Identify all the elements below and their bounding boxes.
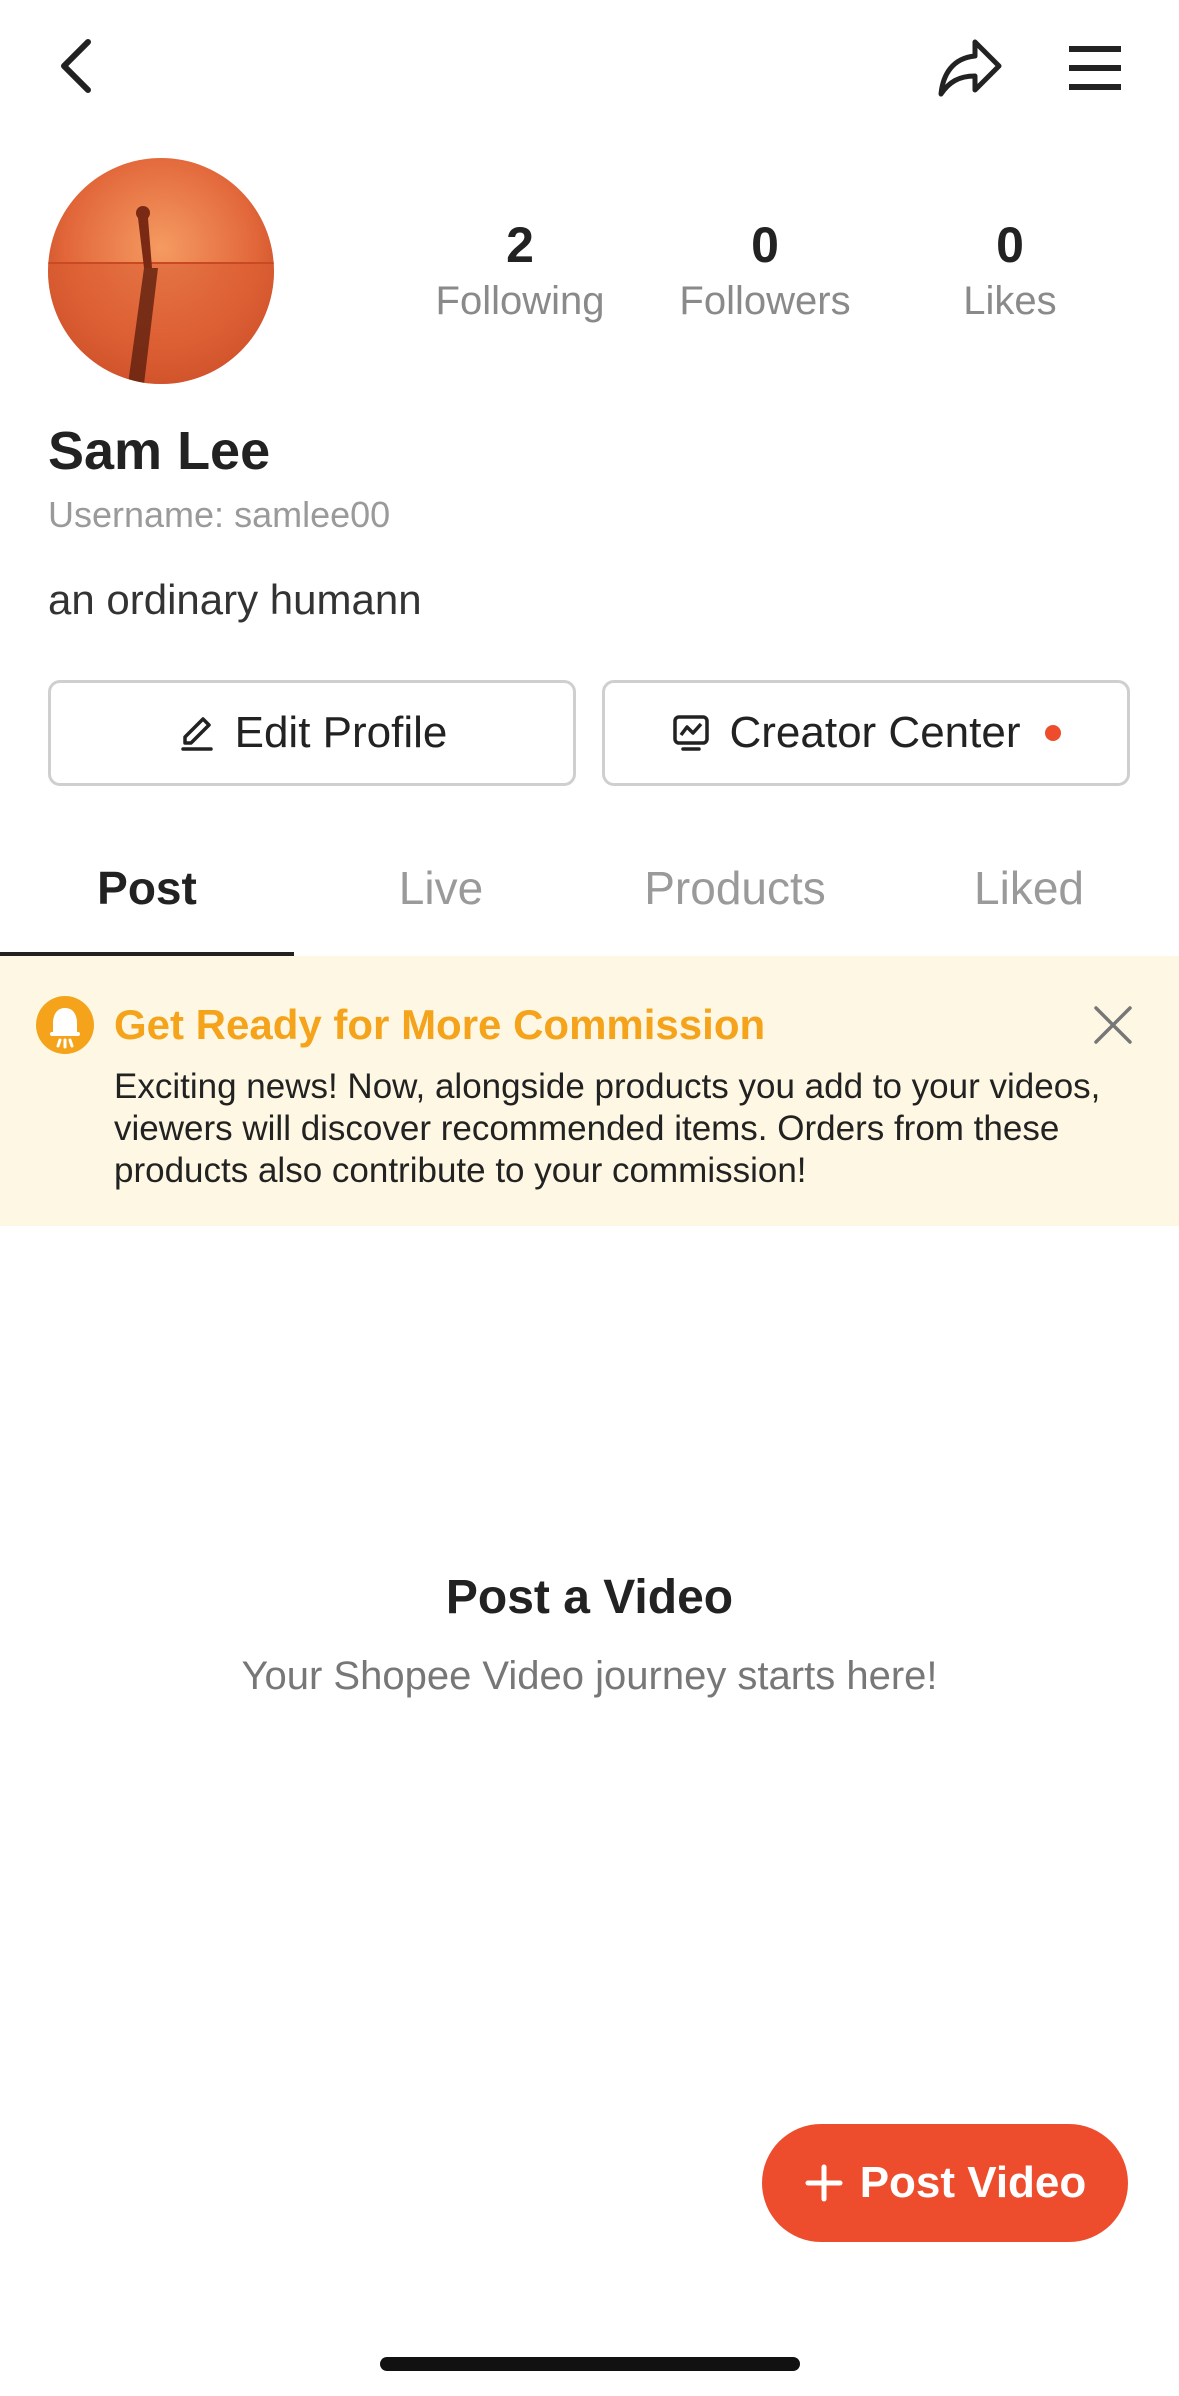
stat-followers[interactable]: 0 Followers [645, 214, 885, 326]
back-button[interactable] [40, 30, 112, 102]
edit-profile-label: Edit Profile [234, 708, 448, 757]
followers-count: 0 [751, 217, 779, 273]
avatar[interactable] [48, 158, 274, 384]
tab-products[interactable]: Products [588, 820, 882, 956]
likes-label: Likes [963, 279, 1057, 323]
pencil-icon [180, 717, 213, 751]
banner-text: Exciting news! Now, alongside products y… [114, 1067, 1101, 1190]
close-icon[interactable] [1088, 1000, 1138, 1050]
plus-icon [805, 2164, 843, 2202]
tab-live[interactable]: Live [294, 820, 588, 956]
menu-button[interactable] [1060, 28, 1130, 108]
notification-dot [1044, 725, 1061, 741]
profile-username: Username: samlee00 [48, 494, 391, 535]
creator-center-label: Creator Center [729, 708, 1021, 757]
banner-title: Get Ready for More Commission [114, 1001, 766, 1048]
following-count: 2 [506, 217, 534, 273]
share-button[interactable] [930, 28, 1010, 108]
tab-post[interactable]: Post [0, 820, 294, 956]
top-bar [0, 0, 1179, 140]
home-indicator[interactable] [380, 2357, 800, 2371]
tab-liked[interactable]: Liked [882, 820, 1176, 956]
profile-tabs: Post Live Products Liked [0, 820, 1179, 958]
stat-likes[interactable]: 0 Likes [890, 214, 1130, 326]
post-video-label: Post Video [859, 2158, 1087, 2207]
commission-banner: Get Ready for More Commission Exciting n… [0, 956, 1179, 1226]
creator-center-button[interactable]: Creator Center [602, 680, 1130, 786]
share-icon [938, 39, 1002, 97]
empty-state-title: Post a Video [445, 1571, 734, 1624]
followers-label: Followers [679, 279, 851, 323]
following-label: Following [435, 279, 605, 323]
analytics-icon [673, 715, 710, 751]
profile-bio: an ordinary humann [48, 576, 422, 623]
chevron-left-icon [61, 39, 91, 93]
profile-name: Sam Lee [48, 421, 271, 481]
hamburger-menu-icon [1069, 46, 1121, 90]
edit-profile-button[interactable]: Edit Profile [48, 680, 576, 786]
profile-stats: 2 Following 0 Followers 0 Likes [400, 214, 1120, 324]
stat-following[interactable]: 2 Following [400, 214, 640, 326]
empty-state-subtitle: Your Shopee Video journey starts here! [241, 1654, 938, 1698]
likes-count: 0 [996, 217, 1024, 273]
post-video-button[interactable]: Post Video [762, 2124, 1128, 2242]
bell-icon [36, 996, 94, 1054]
